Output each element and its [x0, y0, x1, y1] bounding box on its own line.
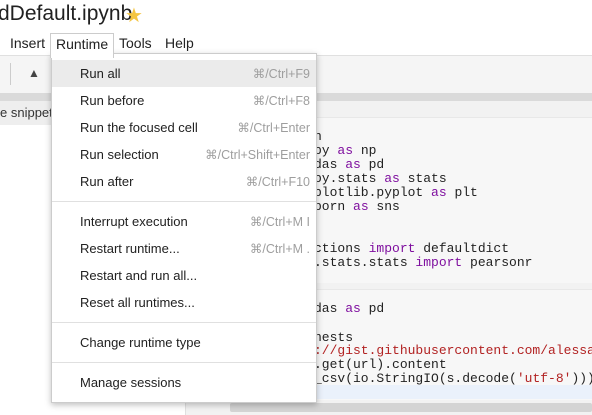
menu-item-run-selection[interactable]: Run selection ⌘/Ctrl+Shift+Enter [52, 141, 316, 168]
code-line: plotlib.pyplot as plt [314, 185, 478, 200]
menu-item-label: Run after [80, 174, 134, 189]
menu-insert[interactable]: Insert [5, 33, 50, 53]
menu-item-shortcut: ⌘/Ctrl+M . [249, 242, 310, 256]
menu-item-run-after[interactable]: Run after ⌘/Ctrl+F10 [52, 168, 316, 195]
code-line: py.stats as stats [314, 171, 447, 186]
menu-item-restart-and-run-all[interactable]: Restart and run all... [52, 262, 316, 289]
menu-item-label: Run all [80, 66, 121, 81]
menu-item-label: Manage sessions [80, 375, 182, 390]
menu-tools[interactable]: Tools [114, 33, 157, 53]
menu-item-change-runtime-type[interactable]: Change runtime type [52, 329, 316, 356]
menu-item-label: Run before [80, 93, 145, 108]
code-line: .stats.stats import pearsonr [314, 255, 533, 270]
menu-item-reset-all-runtimes[interactable]: Reset all runtimes... [52, 289, 316, 316]
menu-item-manage-sessions[interactable]: Manage sessions [52, 369, 316, 396]
code-line: .get(url).content [314, 357, 447, 372]
menu-item-label: Run the focused cell [80, 120, 198, 135]
menu-item-run-all[interactable]: Run all ⌘/Ctrl+F9 [52, 60, 316, 87]
code-line: ctions import defaultdict [314, 241, 510, 256]
code-line: ://gist.githubusercontent.com/alessa [314, 343, 592, 358]
runtime-menu: Run all ⌘/Ctrl+F9 Run before ⌘/Ctrl+F8 Run t… [51, 53, 317, 403]
toolbar-divider [10, 63, 11, 85]
menu-item-interrupt-execution[interactable]: Interrupt execution ⌘/Ctrl+M I [52, 208, 316, 235]
menu-runtime[interactable]: Runtime [50, 33, 115, 58]
star-icon[interactable]: ★ [125, 3, 143, 28]
menu-item-label: Reset all runtimes... [80, 295, 195, 310]
menu-separator [52, 201, 316, 202]
menu-separator [52, 322, 316, 323]
menu-separator [52, 362, 316, 363]
menu-item-shortcut: ⌘/Ctrl+F8 [252, 94, 310, 108]
menu-item-label: Run selection [80, 147, 159, 162]
menu-item-label: Restart and run all... [80, 268, 198, 283]
menu-item-shortcut: ⌘/Ctrl+Enter [237, 121, 310, 135]
code-line: _csv(io.StringIO(s.decode('utf-8'))) [314, 371, 592, 386]
code-line: born as sns [314, 199, 400, 214]
notebook-title[interactable]: dDefault.ipynb [0, 2, 132, 26]
code-line: das as pd [314, 301, 385, 316]
menu-item-run-before[interactable]: Run before ⌘/Ctrl+F8 [52, 87, 316, 114]
menu-item-shortcut: ⌘/Ctrl+M I [249, 215, 310, 229]
menu-item-label: Interrupt execution [80, 214, 188, 229]
menu-item-restart-runtime[interactable]: Restart runtime... ⌘/Ctrl+M . [52, 235, 316, 262]
menu-item-shortcut: ⌘/Ctrl+F10 [245, 175, 310, 189]
menu-item-label: Change runtime type [80, 335, 201, 350]
menu-item-run-the-focused-cell[interactable]: Run the focused cell ⌘/Ctrl+Enter [52, 114, 316, 141]
code-line: py as np [314, 143, 377, 158]
menu-help[interactable]: Help [160, 33, 199, 53]
horizontal-scrollbar[interactable] [230, 403, 592, 412]
code-line: das as pd [314, 157, 385, 172]
menu-item-label: Restart runtime... [80, 241, 180, 256]
menu-item-shortcut: ⌘/Ctrl+F9 [252, 67, 310, 81]
arrow-up-icon[interactable]: ▲ [28, 66, 40, 80]
menu-item-shortcut: ⌘/Ctrl+Shift+Enter [205, 148, 310, 162]
